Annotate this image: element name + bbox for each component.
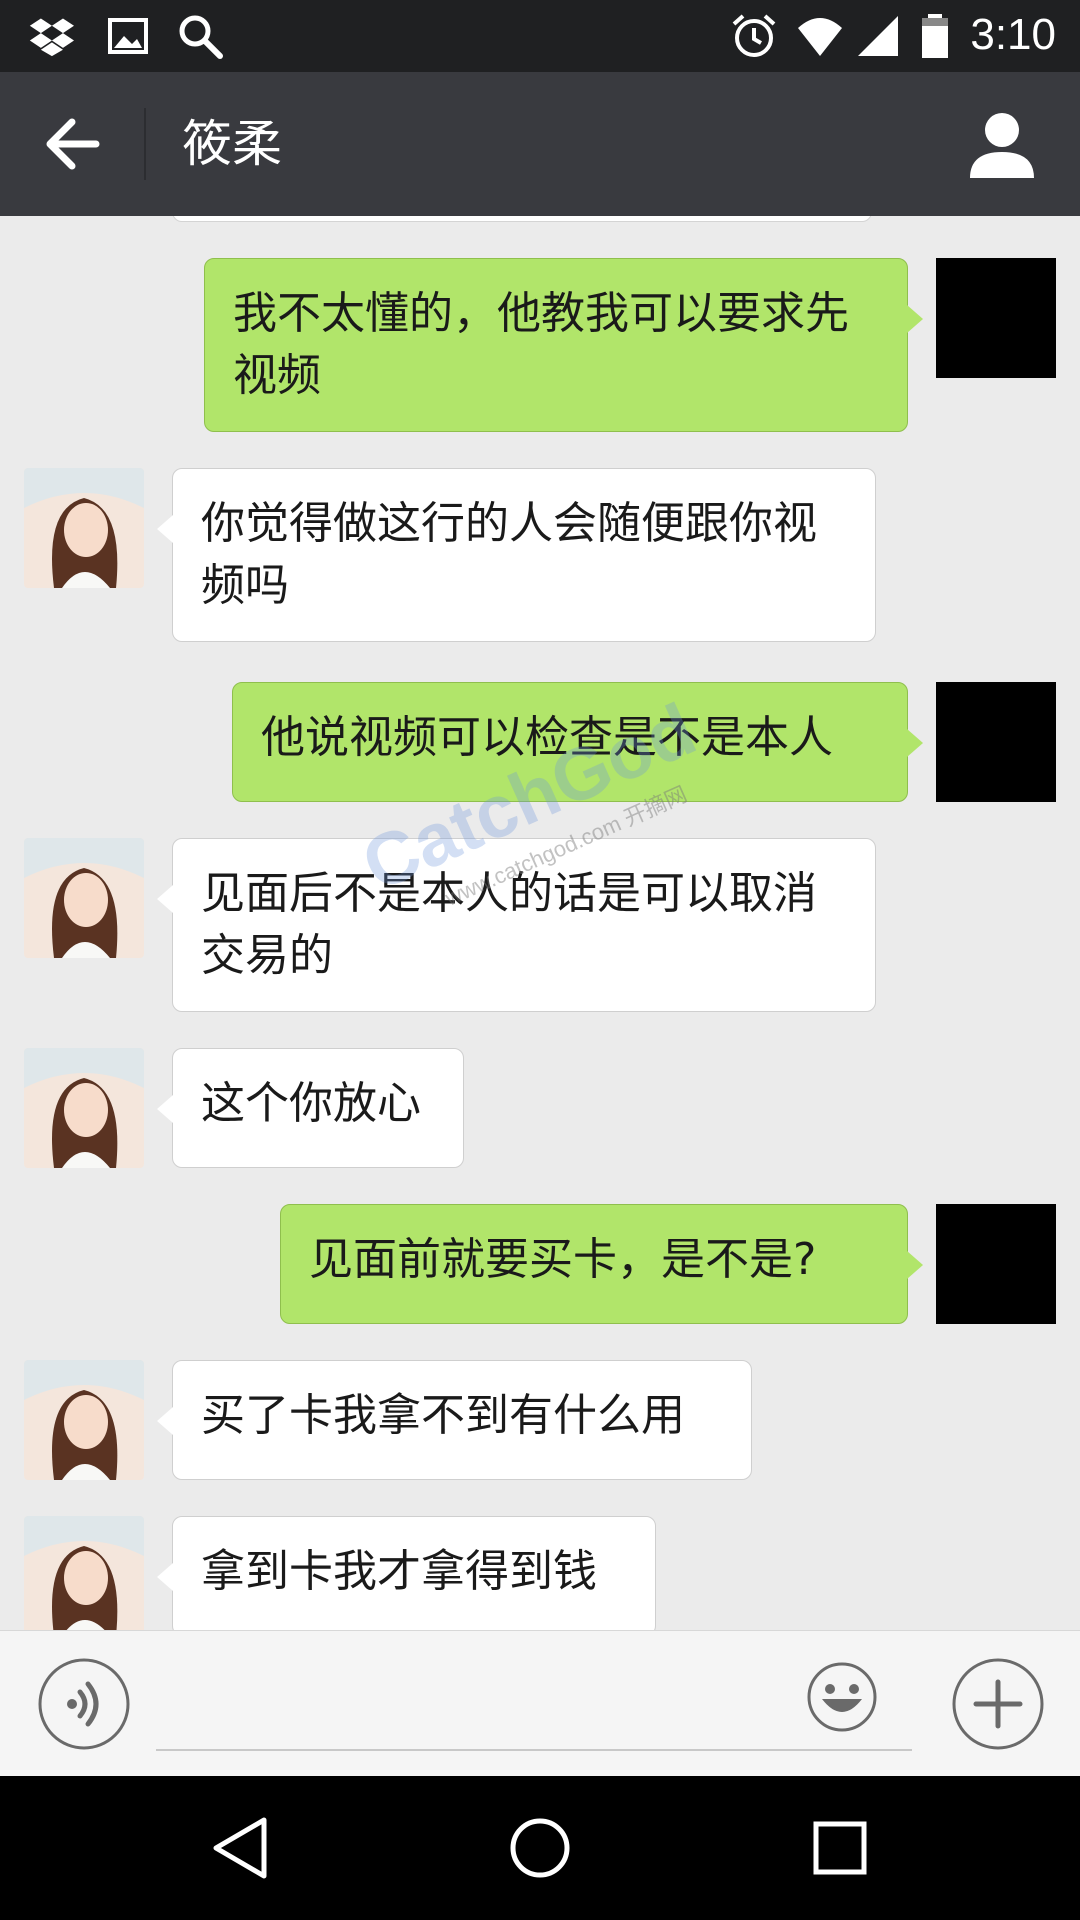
bubble-tail (157, 1563, 173, 1591)
message-text: 这个你放心 (201, 1078, 421, 1129)
battery-icon (922, 14, 948, 58)
status-bar: 3:10 (0, 0, 1080, 72)
signal-icon (858, 16, 898, 56)
avatar-peer[interactable] (24, 838, 144, 958)
title-divider (144, 108, 146, 180)
message-bubble-received[interactable]: 买了卡我拿不到有什么用 (157, 1360, 752, 1480)
message-text: 买了卡我拿不到有什么用 (201, 1390, 685, 1441)
input-bar (0, 1630, 1080, 1776)
avatar-peer[interactable] (24, 1516, 144, 1630)
message-input[interactable] (156, 1655, 912, 1751)
message-text: 他说视频可以检查是不是本人 (261, 712, 833, 763)
title-bar: 筱柔 (0, 72, 1080, 216)
message-bubble-sent[interactable]: 他说视频可以检查是不是本人 (232, 682, 923, 802)
dropbox-icon (29, 18, 74, 57)
message-bubble-received[interactable]: 这个你放心 (157, 1048, 464, 1168)
message-list[interactable]: 我不太懂的，他教我可以要求先视频 你觉得做这行的人会随便跟你视频吗 他说视频可以… (0, 216, 1080, 1630)
avatar-self[interactable] (936, 258, 1056, 378)
message-text: 你觉得做这行的人会随便跟你视频吗 (201, 498, 817, 611)
navigation-bar (0, 1776, 1080, 1920)
bubble-tail (157, 515, 173, 543)
avatar-self[interactable] (936, 682, 1056, 802)
more-options-icon[interactable] (952, 1658, 1044, 1750)
wifi-icon (798, 18, 842, 56)
message-text: 见面前就要买卡，是不是? (309, 1234, 817, 1285)
bubble-tail (157, 885, 173, 913)
message-bubble-sent[interactable]: 我不太懂的，他教我可以要求先视频 (204, 258, 923, 432)
emoji-icon[interactable] (806, 1661, 878, 1733)
message-text: 拿到卡我才拿得到钱 (201, 1546, 597, 1597)
message-bubble-received[interactable]: 见面后不是本人的话是可以取消交易的 (157, 838, 876, 1012)
bubble-tail (907, 305, 923, 333)
message-bubble-partial (172, 216, 872, 222)
bubble-tail (157, 1407, 173, 1435)
message-bubble-received[interactable]: 你觉得做这行的人会随便跟你视频吗 (157, 468, 876, 642)
message-text: 见面后不是本人的话是可以取消交易的 (201, 868, 817, 981)
image-icon (108, 18, 148, 54)
avatar-peer[interactable] (24, 468, 144, 588)
voice-input-icon[interactable] (38, 1658, 130, 1750)
nav-back-icon[interactable] (204, 1812, 276, 1884)
avatar-self[interactable] (936, 1204, 1056, 1324)
chat-title: 筱柔 (182, 115, 282, 173)
nav-home-icon[interactable] (504, 1812, 576, 1884)
avatar-peer[interactable] (24, 1048, 144, 1168)
bubble-tail (907, 1251, 923, 1279)
avatar-peer[interactable] (24, 1360, 144, 1480)
message-bubble-sent[interactable]: 见面前就要买卡，是不是? (280, 1204, 923, 1324)
search-icon (179, 15, 223, 59)
alarm-icon (732, 14, 776, 57)
clock: 3:10 (970, 10, 1056, 59)
back-arrow-icon[interactable] (30, 104, 116, 184)
message-text: 我不太懂的，他教我可以要求先视频 (233, 288, 849, 401)
bubble-tail (907, 729, 923, 757)
profile-icon[interactable] (964, 106, 1040, 182)
nav-recents-icon[interactable] (804, 1812, 876, 1884)
message-bubble-received[interactable]: 拿到卡我才拿得到钱 (157, 1516, 656, 1630)
bubble-tail (157, 1095, 173, 1123)
